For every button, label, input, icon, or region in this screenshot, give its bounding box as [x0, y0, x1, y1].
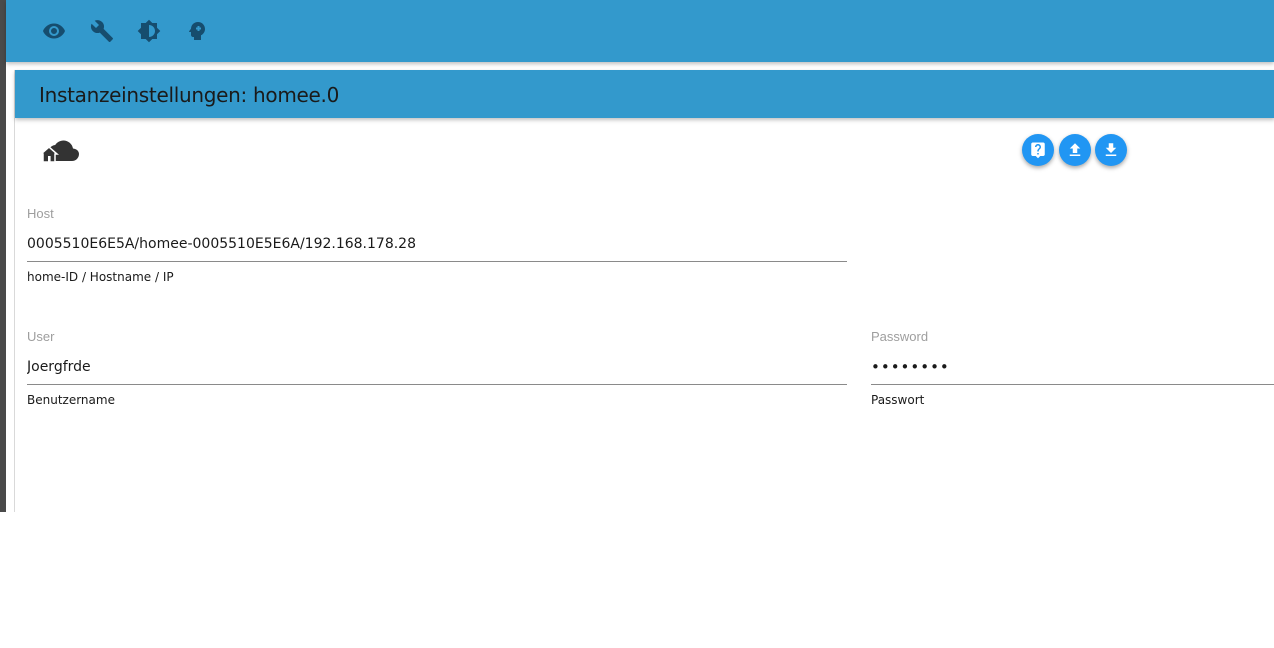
host-input[interactable] — [27, 226, 847, 262]
top-toolbar — [6, 0, 1274, 62]
instance-settings-panel: Instanzeinstellungen: homee.0 Host 00055… — [14, 70, 1274, 512]
password-field: Password Passwort — [871, 329, 1274, 413]
host-help-text: home-ID / Hostname / IP — [27, 270, 174, 284]
user-label: User — [27, 329, 55, 344]
homee-logo — [39, 136, 81, 168]
brightness-icon — [137, 19, 161, 43]
panel-header: Instanzeinstellungen: homee.0 — [15, 70, 1274, 118]
app-container: Instanzeinstellungen: homee.0 Host 00055… — [6, 0, 1274, 512]
host-field: Host home-ID / Hostname / IP — [27, 206, 847, 290]
upload-icon — [1069, 143, 1081, 156]
eye-icon — [43, 23, 65, 39]
eye-button[interactable] — [39, 16, 69, 46]
password-input[interactable] — [871, 349, 1274, 385]
brightness-button[interactable] — [134, 16, 164, 46]
wrench-icon — [90, 20, 113, 42]
host-label: Host — [27, 206, 54, 221]
download-button[interactable] — [1095, 134, 1127, 166]
help-button[interactable] — [1022, 134, 1054, 166]
password-label: Password — [871, 329, 929, 344]
cloud-home-icon — [39, 140, 79, 163]
head-button[interactable] — [182, 16, 212, 46]
download-icon — [1105, 143, 1117, 156]
user-field: User Benutzername — [27, 329, 847, 413]
password-help-text: Passwort — [871, 393, 925, 407]
help-icon — [1031, 142, 1045, 159]
wrench-button[interactable] — [87, 16, 117, 46]
user-input[interactable] — [27, 349, 847, 385]
user-help-text: Benutzername — [27, 393, 115, 407]
page-title: Instanzeinstellungen: homee.0 — [39, 83, 339, 107]
upload-button[interactable] — [1059, 134, 1091, 166]
head-icon — [189, 22, 205, 40]
